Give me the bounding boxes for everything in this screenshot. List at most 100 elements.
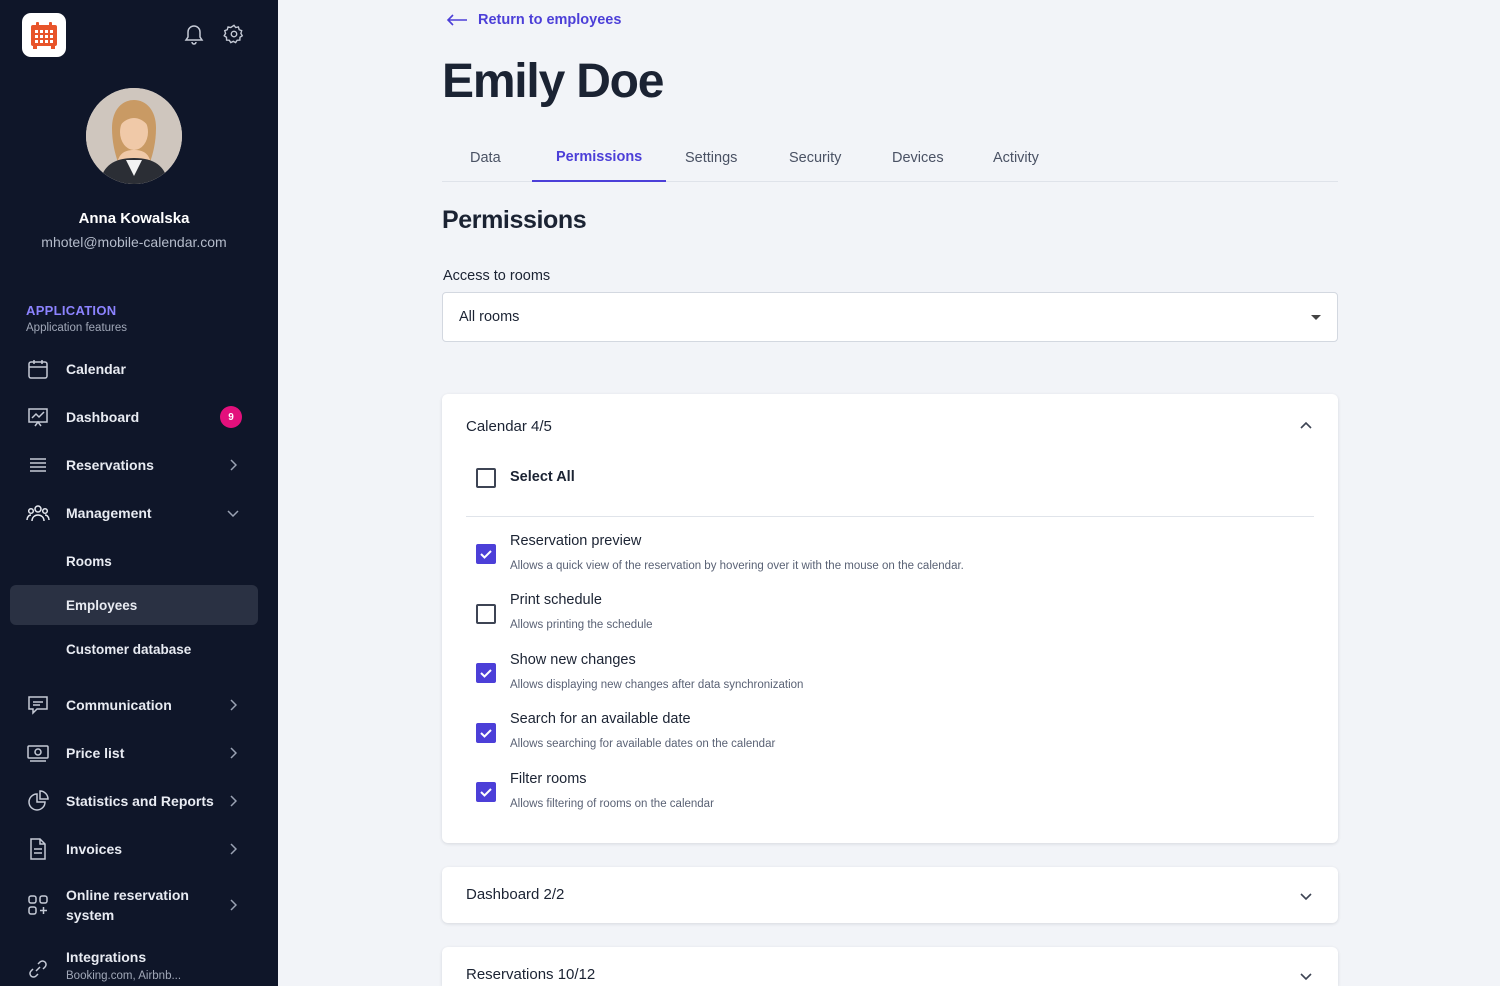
calendar-icon — [26, 357, 50, 381]
check-icon — [480, 550, 492, 559]
nav-section-title: APPLICATION — [26, 303, 117, 318]
sidebar-item-calendar[interactable]: Calendar — [10, 349, 258, 389]
expand-button[interactable] — [1298, 889, 1314, 905]
permission-title: Search for an available date — [510, 711, 691, 727]
check-icon — [480, 788, 492, 797]
sidebar-item-online-reservation[interactable]: Online reservation system — [10, 883, 258, 927]
document-icon — [26, 837, 50, 861]
chevron-right-icon — [226, 698, 240, 712]
settings-button[interactable] — [222, 22, 246, 46]
sidebar-item-label: Rooms — [66, 553, 112, 569]
avatar-portrait-icon — [86, 88, 182, 184]
permission-description: Allows printing the schedule — [510, 619, 653, 631]
user-name: Anna Kowalska — [78, 210, 190, 227]
sidebar-item-statistics[interactable]: Statistics and Reports — [10, 781, 258, 821]
link-icon — [26, 957, 50, 981]
nav-section-subtitle: Application features — [26, 322, 128, 334]
sidebar-item-label: Integrations — [66, 949, 147, 965]
sidebar-item-integrations[interactable]: Integrations Booking.com, Airbnb... — [10, 947, 258, 986]
access-rooms-label: Access to rooms — [443, 268, 551, 284]
reservation-preview-checkbox[interactable] — [476, 544, 496, 564]
show-new-changes-checkbox[interactable] — [476, 663, 496, 683]
sidebar-item-label: Invoices — [66, 841, 123, 857]
caret-down-icon — [1311, 315, 1321, 320]
select-all-checkbox[interactable] — [476, 468, 496, 488]
chevron-up-icon — [1300, 421, 1312, 429]
access-rooms-select[interactable]: All rooms — [442, 292, 1338, 342]
money-icon — [26, 741, 50, 765]
tab-security[interactable]: Security — [765, 134, 865, 182]
collapse-button[interactable] — [1298, 417, 1314, 433]
sidebar-item-label: Calendar — [66, 361, 126, 377]
check-icon — [480, 729, 492, 738]
sidebar-item-label: Employees — [66, 597, 138, 613]
sidebar-item-label: Dashboard — [66, 409, 140, 425]
sidebar-item-label: Customer database — [66, 641, 192, 657]
user-email: mhotel@mobile-calendar.com — [41, 234, 227, 250]
sidebar-item-employees[interactable]: Employees — [10, 585, 258, 625]
check-icon — [480, 669, 492, 678]
section-heading: Permissions — [442, 206, 587, 234]
chevron-down-icon — [226, 506, 240, 520]
calendar-logo-icon — [31, 22, 57, 49]
sidebar-item-label: Price list — [66, 745, 125, 761]
sidebar: Anna Kowalska mhotel@mobile-calendar.com… — [0, 0, 278, 986]
bell-icon — [184, 25, 204, 45]
tab-settings[interactable]: Settings — [661, 134, 761, 182]
tab-data[interactable]: Data — [446, 134, 525, 182]
sidebar-item-label: Online reservation system — [66, 885, 189, 925]
sidebar-item-label: Communication — [66, 697, 172, 713]
expand-button[interactable] — [1298, 969, 1314, 985]
label-line-2: system — [66, 907, 115, 923]
sidebar-item-reservations[interactable]: Reservations — [10, 445, 258, 485]
list-icon — [26, 453, 50, 477]
sidebar-item-price-list[interactable]: Price list — [10, 733, 258, 773]
tab-bar: Data Permissions Settings Security Devic… — [442, 134, 1338, 182]
sidebar-item-invoices[interactable]: Invoices — [10, 829, 258, 869]
permission-title: Show new changes — [510, 652, 636, 668]
calendar-permissions-card: Calendar 4/5 Select All Reservation prev… — [442, 394, 1338, 843]
sidebar-item-communication[interactable]: Communication — [10, 685, 258, 725]
chart-presentation-icon — [26, 405, 50, 429]
users-icon — [26, 501, 50, 525]
permission-title: Reservation preview — [510, 533, 642, 549]
divider — [466, 516, 1314, 517]
sidebar-item-rooms[interactable]: Rooms — [10, 541, 258, 581]
permission-description: Allows a quick view of the reservation b… — [510, 560, 964, 572]
notifications-button[interactable] — [182, 22, 206, 46]
sidebar-item-label: Statistics and Reports — [66, 793, 214, 809]
sidebar-item-label: Management — [66, 505, 152, 521]
sidebar-item-dashboard[interactable]: Dashboard 9 — [10, 397, 258, 437]
return-to-employees-link[interactable]: Return to employees — [446, 12, 621, 28]
back-link-label: Return to employees — [478, 12, 622, 28]
chevron-right-icon — [226, 842, 240, 856]
chevron-down-icon — [1300, 893, 1312, 901]
notification-badge: 9 — [220, 406, 242, 428]
arrow-left-icon — [446, 14, 467, 26]
filter-rooms-checkbox[interactable] — [476, 782, 496, 802]
sidebar-item-label: Reservations — [66, 457, 154, 473]
apps-icon — [26, 893, 50, 917]
permission-title: Filter rooms — [510, 771, 587, 787]
tab-devices[interactable]: Devices — [868, 134, 968, 182]
app-logo[interactable] — [22, 13, 66, 57]
sidebar-item-customer-database[interactable]: Customer database — [10, 629, 258, 669]
reservations-permissions-card[interactable]: Reservations 10/12 — [442, 947, 1338, 986]
dashboard-permissions-card[interactable]: Dashboard 2/2 — [442, 867, 1338, 923]
chevron-right-icon — [226, 746, 240, 760]
select-value: All rooms — [459, 309, 520, 325]
tab-activity[interactable]: Activity — [969, 134, 1063, 182]
gear-icon — [223, 24, 244, 44]
card-title: Calendar 4/5 — [466, 418, 552, 435]
print-schedule-checkbox[interactable] — [476, 604, 496, 624]
tab-permissions[interactable]: Permissions — [532, 134, 667, 182]
search-available-date-checkbox[interactable] — [476, 723, 496, 743]
user-avatar[interactable] — [86, 88, 182, 184]
chevron-right-icon — [226, 794, 240, 808]
sidebar-item-management[interactable]: Management — [10, 493, 258, 533]
message-icon — [26, 693, 50, 717]
select-all-label: Select All — [510, 469, 575, 485]
pie-chart-icon — [26, 789, 50, 813]
permission-title: Print schedule — [510, 592, 602, 608]
sidebar-item-sublabel: Booking.com, Airbnb... — [66, 970, 182, 982]
